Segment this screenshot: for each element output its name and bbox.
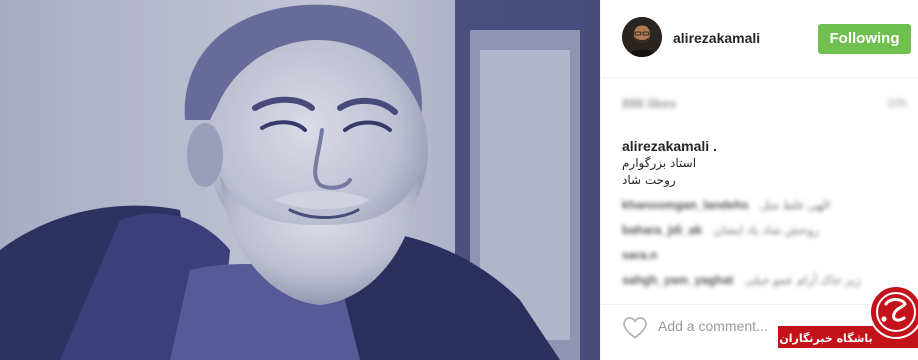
watermark-text: باشگاه خبرنگاران	[779, 332, 872, 345]
comment-text: الهی غلط مثل	[760, 198, 831, 212]
add-comment-input[interactable]: Add a comment...	[658, 318, 768, 334]
avatar[interactable]	[622, 17, 662, 57]
comment-username[interactable]: sara.n	[622, 248, 657, 262]
post-header: alirezakamali Following	[601, 0, 918, 78]
comment-item: khanoomgan_landehs الهی غلط مثل	[622, 198, 907, 223]
time-ago[interactable]: 10h	[887, 96, 907, 110]
watermark-logo: باشگاه خبرنگاران	[778, 282, 918, 360]
post-caption: alirezakamali . استاد بزرگوارم روحت شاد	[622, 137, 907, 189]
portrait-image	[0, 0, 600, 360]
comment-text: روحش شاد یاد ایشان	[713, 223, 819, 237]
caption-username[interactable]: alirezakamali .	[622, 137, 907, 155]
comment-item: bahara_jdi_ak روحش شاد یاد ایشان	[622, 223, 907, 248]
likes-row: 898 likes 10h	[622, 96, 907, 112]
caption-line: استاد بزرگوارم	[622, 156, 697, 170]
comment-item: sara.n	[622, 248, 907, 273]
header-username[interactable]: alirezakamali	[673, 30, 760, 46]
likes-count[interactable]: 898 likes	[622, 96, 676, 111]
watermark-graphic: باشگاه خبرنگاران	[778, 285, 918, 348]
heart-icon[interactable]	[622, 316, 648, 340]
comment-username[interactable]: sahgh_yam_yaghat	[622, 273, 733, 287]
caption-line: روحت شاد	[622, 173, 676, 187]
avatar-image	[622, 17, 662, 57]
following-button[interactable]: Following	[818, 24, 911, 54]
comment-username[interactable]: bahara_jdi_ak	[622, 223, 702, 237]
comment-username[interactable]: khanoomgan_landehs	[622, 198, 749, 212]
post-photo[interactable]	[0, 0, 600, 360]
